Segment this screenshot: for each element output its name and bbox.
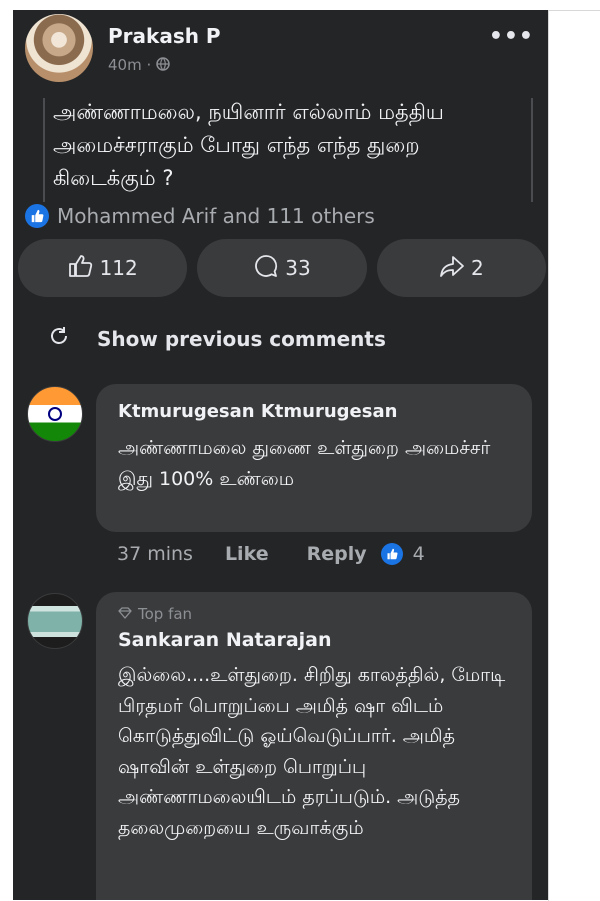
reactions-summary[interactable]: Mohammed Arif and 111 others — [25, 204, 375, 228]
commenter-name[interactable]: Sankaran Natarajan — [118, 629, 332, 651]
comment-reaction-count[interactable]: 4 — [380, 543, 425, 565]
share-icon — [439, 254, 465, 283]
facebook-post-screen: Prakash P 40m · ••• அண்ணாமலை, நயினார் எல… — [13, 10, 548, 900]
diamond-icon — [118, 605, 132, 623]
refresh-icon — [47, 324, 71, 353]
meta-separator: · — [146, 56, 157, 74]
comment-icon — [253, 253, 279, 284]
comment-text: இல்லை....உள்துறை. சிறிது காலத்தில், மோடி… — [118, 664, 506, 839]
like-count: 112 — [99, 256, 138, 280]
share-button[interactable]: 2 — [376, 239, 546, 297]
post-author-name[interactable]: Prakash P — [108, 24, 221, 48]
show-previous-label: Show previous comments — [97, 326, 386, 351]
comment-bubble: Top fan Sankaran Natarajan இல்லை....உள்த… — [96, 592, 532, 900]
author-avatar[interactable] — [25, 14, 93, 82]
right-blank-panel — [548, 10, 600, 901]
comment-like-button[interactable]: Like — [225, 543, 269, 565]
quote-divider-right — [531, 98, 533, 202]
like-reaction-icon — [25, 204, 49, 228]
commenter-avatar[interactable] — [27, 593, 83, 649]
comment-time[interactable]: 37 mins — [117, 543, 193, 565]
comment-actions: 37 mins Like Reply 4 — [117, 543, 425, 565]
like-button[interactable]: 112 — [18, 239, 188, 297]
commenter-name[interactable]: Ktmurugesan Ktmurugesan — [118, 401, 397, 422]
top-fan-label: Top fan — [138, 605, 193, 623]
share-count: 2 — [470, 256, 484, 280]
post-meta: 40m · — [108, 56, 170, 74]
commenter-avatar-flag[interactable] — [27, 386, 83, 442]
reactions-text: Mohammed Arif and 111 others — [57, 204, 375, 228]
comment-count: 33 — [285, 256, 311, 280]
comment-button[interactable]: 33 — [197, 239, 367, 297]
quote-divider-left — [43, 98, 45, 202]
more-options-button[interactable]: ••• — [489, 24, 534, 49]
thumbs-up-icon — [68, 254, 94, 283]
comment-text: அண்ணாமலை துணை உள்துறை அமைச்சர் இது 100% … — [118, 437, 491, 490]
reaction-count: 4 — [412, 543, 425, 565]
comment-bubble: Ktmurugesan Ktmurugesan அண்ணாமலை துணை உள… — [96, 384, 532, 532]
globe-icon — [156, 56, 170, 74]
post-text: அண்ணாமலை, நயினார் எல்லாம் மத்திய அமைச்சர… — [53, 100, 444, 190]
post-action-bar: 112 33 2 — [18, 239, 546, 297]
top-fan-badge: Top fan — [118, 605, 192, 623]
comment-reply-button[interactable]: Reply — [307, 543, 367, 565]
post-time[interactable]: 40m — [108, 56, 142, 74]
like-reaction-icon — [380, 543, 403, 565]
flag-chakra — [48, 407, 62, 421]
show-previous-comments-button[interactable]: Show previous comments — [47, 324, 386, 353]
